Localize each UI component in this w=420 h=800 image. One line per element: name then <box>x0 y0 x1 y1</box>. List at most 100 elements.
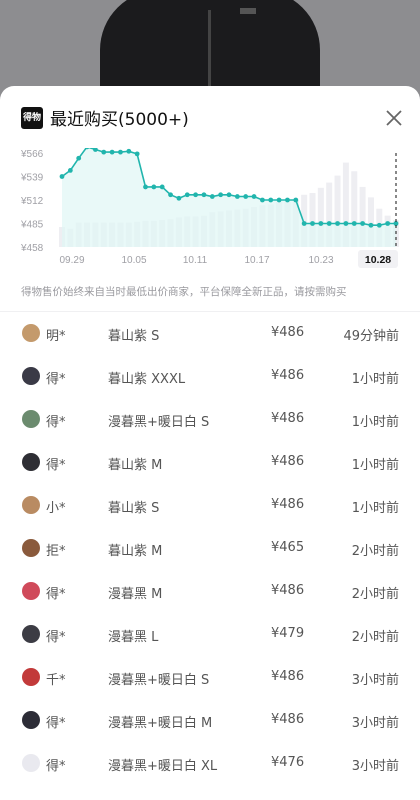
purchase-time: 2小时前 <box>351 587 399 602</box>
dewu-logo-icon: 得物 <box>21 107 43 129</box>
list-item: 明* 暮山紫 S ¥486 49分钟前 <box>0 312 420 355</box>
price-point <box>335 221 340 226</box>
purchase-time: 3小时前 <box>351 673 399 688</box>
list-item: 得* 漫暮黑+暖日白 M ¥486 3小时前 <box>0 699 420 742</box>
sku-spec: 漫暮黑+暖日白 M <box>108 716 213 731</box>
purchase-price: ¥486 <box>271 454 305 469</box>
price-point <box>176 195 182 201</box>
x-tick-label: 10.17 <box>244 255 269 266</box>
sku-spec: 漫暮黑+暖日白 S <box>108 415 210 430</box>
selected-date-label: 10.28 <box>365 254 391 266</box>
y-tick-label: ¥566 <box>20 149 44 160</box>
price-point <box>59 174 65 179</box>
purchase-time: 1小时前 <box>351 501 399 516</box>
price-point <box>351 221 357 226</box>
purchase-price: ¥486 <box>271 411 305 426</box>
avatar <box>22 496 40 514</box>
avatar <box>22 453 40 471</box>
price-point <box>276 197 282 203</box>
price-point <box>151 184 157 190</box>
avatar <box>22 367 40 385</box>
price-point <box>168 192 173 198</box>
sku-spec: 漫暮黑 L <box>108 630 159 645</box>
product-photo <box>0 0 420 100</box>
buyer-name: 得* <box>46 372 66 387</box>
purchase-time: 1小时前 <box>351 415 399 430</box>
sku-spec: 暮山紫 XXXL <box>108 372 186 387</box>
buyer-name: 得* <box>46 630 66 645</box>
price-point <box>251 194 257 199</box>
price-point <box>326 221 332 226</box>
x-tick-label: 10.23 <box>308 255 333 266</box>
price-point <box>368 222 374 228</box>
purchase-price: ¥479 <box>271 626 305 641</box>
close-icon[interactable] <box>382 106 406 130</box>
buyer-name: 得* <box>46 759 66 774</box>
list-item: 拒* 暮山紫 M ¥465 2小时前 <box>0 527 420 570</box>
price-point <box>118 149 123 155</box>
list-item: 得* 漫暮黑 M ¥486 2小时前 <box>0 570 420 613</box>
buyer-name: 得* <box>46 458 66 473</box>
price-point <box>285 197 290 203</box>
avatar <box>22 625 40 643</box>
price-point <box>218 192 224 198</box>
list-item: 得* 漫暮黑+暖日白 XL ¥476 3小时前 <box>0 742 420 785</box>
x-tick-label: 09.29 <box>59 255 84 266</box>
list-item: 得* 暮山紫 M ¥486 1小时前 <box>0 441 420 484</box>
price-point <box>76 155 82 161</box>
price-point <box>376 222 382 228</box>
list-item: 千* 漫暮黑+暖日白 S ¥486 3小时前 <box>0 656 420 699</box>
sku-spec: 漫暮黑+暖日白 S <box>108 673 210 688</box>
buyer-name: 小* <box>46 501 66 516</box>
purchase-time: 49分钟前 <box>343 329 399 344</box>
sheet-header: 得物 最近购买(5000+) <box>0 86 420 148</box>
price-point <box>293 197 299 203</box>
purchase-time: 2小时前 <box>351 544 399 559</box>
price-point <box>310 221 315 226</box>
y-tick-label: ¥485 <box>20 220 44 231</box>
price-point <box>67 168 73 173</box>
price-point <box>226 192 232 198</box>
avatar <box>22 711 40 729</box>
sku-spec: 暮山紫 S <box>108 329 160 344</box>
price-point <box>201 192 207 198</box>
sku-spec: 暮山紫 S <box>108 501 160 516</box>
purchase-list: 明* 暮山紫 S ¥486 49分钟前 得* 暮山紫 XXXL ¥486 1小时前 得* 漫暮黑+… <box>0 312 420 785</box>
purchase-time: 1小时前 <box>351 372 399 387</box>
buyer-name: 得* <box>46 587 66 602</box>
price-point <box>360 221 365 226</box>
price-point <box>101 149 107 155</box>
price-point <box>209 194 215 199</box>
list-item: 得* 暮山紫 XXXL ¥486 1小时前 <box>0 355 420 398</box>
sku-spec: 暮山紫 M <box>108 458 163 473</box>
y-tick-label: ¥539 <box>20 173 44 184</box>
buyer-name: 得* <box>46 415 66 430</box>
price-note: 得物售价始终来自当时最低出价商家，平台保障全新正品，请按需购买 <box>21 286 347 298</box>
purchase-price: ¥476 <box>271 755 305 770</box>
price-point <box>234 194 240 199</box>
y-tick-label: ¥458 <box>20 243 44 254</box>
price-point <box>193 192 199 198</box>
purchase-time: 2小时前 <box>351 630 399 645</box>
price-trend-chart[interactable]: ¥566 ¥539 ¥512 ¥485 ¥458 09.29 10.05 10.11 10.17… <box>0 148 420 276</box>
buyer-name: 明* <box>46 329 66 344</box>
avatar <box>22 754 40 772</box>
purchase-price: ¥486 <box>271 712 305 727</box>
x-tick-label: 10.11 <box>183 255 208 266</box>
purchase-price: ¥486 <box>271 669 305 684</box>
price-point <box>143 184 148 190</box>
price-point <box>318 221 324 226</box>
price-point <box>268 197 274 203</box>
jacket-logo-patch <box>240 8 256 14</box>
jacket-image <box>100 0 320 100</box>
price-point <box>243 194 249 199</box>
purchase-time: 3小时前 <box>351 716 399 731</box>
avatar <box>22 324 40 342</box>
sku-spec: 漫暮黑 M <box>108 587 163 602</box>
avatar <box>22 539 40 557</box>
price-point <box>126 148 132 154</box>
price-point <box>343 221 349 226</box>
buyer-name: 得* <box>46 716 66 731</box>
avatar <box>22 410 40 428</box>
y-tick-label: ¥512 <box>20 196 44 207</box>
